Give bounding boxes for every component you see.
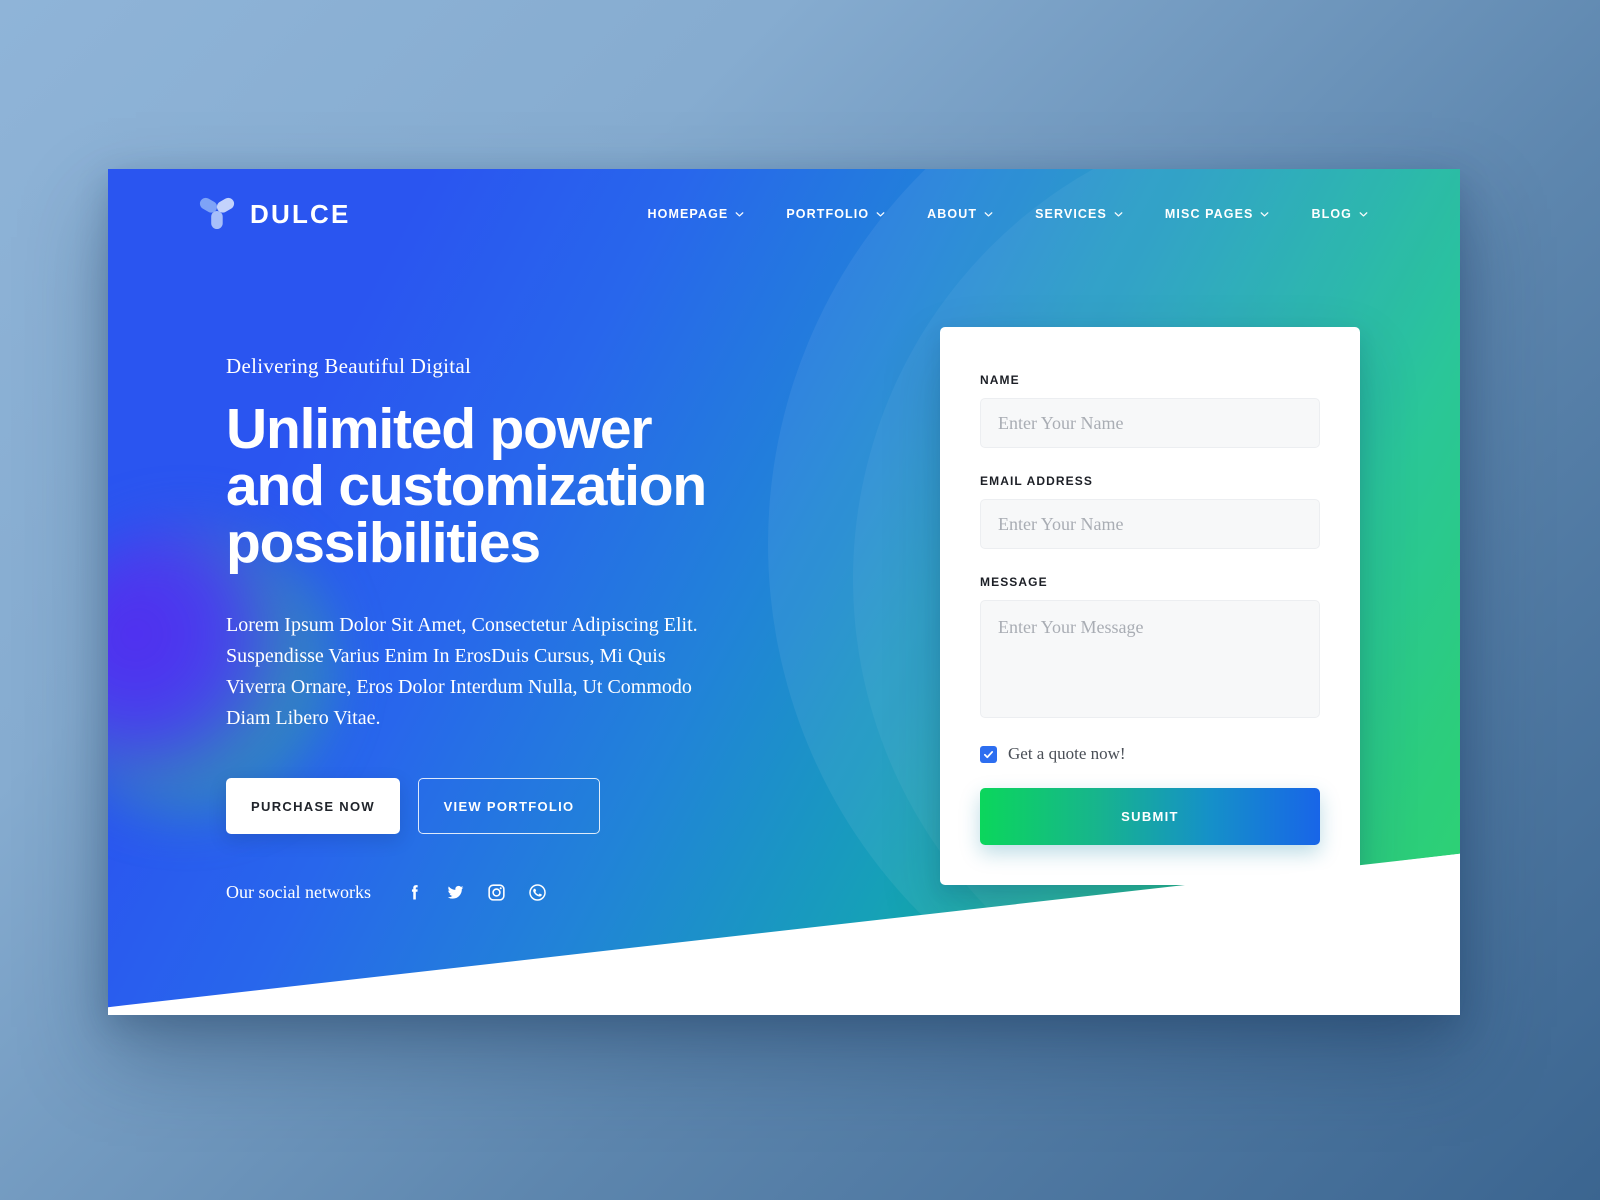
chevron-down-icon [876, 211, 885, 217]
brand-name: DULCE [250, 198, 351, 229]
name-field-group: NAME Enter Your Name [980, 373, 1320, 448]
chevron-down-icon [1261, 211, 1269, 217]
view-portfolio-button[interactable]: VIEW PORTFOLIO [418, 778, 600, 834]
checkmark-icon [983, 750, 994, 758]
hero-title: Unlimited power and customization possib… [226, 401, 826, 572]
main-navigation: HOMEPAGE PORTFOLIO ABOUT SERVICES MISC P… [648, 207, 1368, 221]
email-field-group: EMAIL ADDRESS Enter Your Name [980, 474, 1320, 549]
quote-checkbox-row: Get a quote now! [980, 744, 1320, 764]
hero-cta-row: PURCHASE NOW VIEW PORTFOLIO [226, 778, 826, 834]
nav-item-services[interactable]: SERVICES [1035, 207, 1123, 221]
hero-eyebrow: Delivering Beautiful Digital [226, 354, 472, 378]
hero-section: Delivering Beautiful Digital Unlimited p… [226, 354, 826, 903]
get-a-quote-label[interactable]: Get a quote now! [1008, 744, 1126, 764]
email-input[interactable]: Enter Your Name [980, 499, 1320, 549]
facebook-icon[interactable] [404, 882, 425, 903]
nav-item-about[interactable]: ABOUT [927, 207, 993, 221]
website-mockup: DULCE HOMEPAGE PORTFOLIO ABOUT SERVICES … [108, 169, 1460, 1015]
email-field-label: EMAIL ADDRESS [980, 474, 1093, 488]
instagram-icon[interactable] [486, 882, 507, 903]
chevron-down-icon [1114, 211, 1123, 217]
twitter-icon[interactable] [445, 882, 466, 903]
submit-button[interactable]: SUBMIT [980, 788, 1320, 845]
nav-item-homepage[interactable]: HOMEPAGE [648, 207, 745, 221]
message-textarea[interactable]: Enter Your Message [980, 600, 1320, 718]
purchase-now-button[interactable]: PURCHASE NOW [226, 778, 400, 834]
brand-logo[interactable]: DULCE [197, 194, 351, 234]
page-backdrop: DULCE HOMEPAGE PORTFOLIO ABOUT SERVICES … [0, 0, 1600, 1200]
hero-title-line-3: possibilities [226, 511, 541, 575]
nav-item-label: BLOG [1311, 207, 1352, 221]
trefoil-logo-icon [199, 197, 235, 229]
social-networks-label: Our social networks [226, 882, 371, 902]
chevron-down-icon [984, 211, 993, 217]
contact-form-card: NAME Enter Your Name EMAIL ADDRESS Enter… [940, 327, 1360, 885]
nav-item-label: SERVICES [1035, 207, 1107, 221]
chevron-down-icon [1359, 211, 1368, 217]
site-header: DULCE HOMEPAGE PORTFOLIO ABOUT SERVICES … [108, 169, 1460, 259]
nav-item-misc-pages[interactable]: MISC PAGES [1165, 207, 1270, 221]
whatsapp-icon[interactable] [527, 882, 548, 903]
social-networks-row: Our social networks [226, 882, 826, 903]
hero-title-line-2: and customization [226, 454, 707, 518]
nav-item-portfolio[interactable]: PORTFOLIO [786, 207, 885, 221]
message-field-group: MESSAGE Enter Your Message [980, 575, 1320, 718]
message-field-label: MESSAGE [980, 575, 1048, 589]
nav-item-label: PORTFOLIO [786, 207, 870, 221]
nav-item-label: ABOUT [927, 207, 978, 221]
name-input[interactable]: Enter Your Name [980, 398, 1320, 448]
nav-item-label: HOMEPAGE [647, 207, 729, 221]
hero-paragraph: Lorem Ipsum Dolor Sit Amet, Consectetur … [226, 614, 698, 729]
get-a-quote-checkbox[interactable] [980, 745, 997, 763]
chevron-down-icon [735, 211, 744, 217]
nav-item-blog[interactable]: BLOG [1311, 207, 1368, 221]
hero-title-line-1: Unlimited power [226, 397, 653, 461]
name-field-label: NAME [980, 373, 1020, 387]
nav-item-label: MISC PAGES [1164, 207, 1254, 221]
